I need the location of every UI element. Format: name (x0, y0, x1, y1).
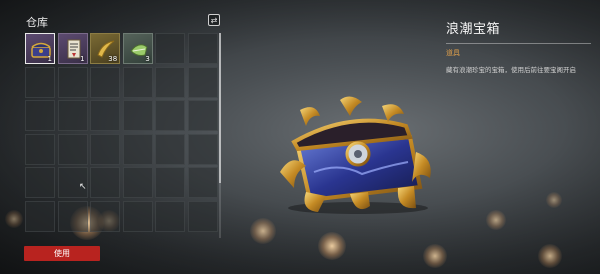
inventory-slot-empty[interactable] (187, 100, 218, 132)
inventory-slot-scroll[interactable]: 1 (57, 33, 88, 64)
item-category: 道具 (446, 49, 460, 57)
treasure-chest-illustration (280, 96, 431, 214)
inventory-slot-empty[interactable] (155, 133, 186, 165)
inventory-slot-empty[interactable] (90, 100, 121, 132)
inventory-slot-empty[interactable] (90, 66, 121, 98)
inventory-slot-empty[interactable] (155, 200, 186, 232)
inventory-slot-empty[interactable] (25, 66, 55, 98)
inventory-slot-empty[interactable] (25, 200, 55, 232)
item-quantity: 3 (145, 55, 150, 63)
bokeh-light (546, 192, 562, 208)
mouse-cursor-icon: ↖ (79, 182, 87, 192)
inventory-slot-empty[interactable] (90, 167, 121, 199)
bokeh-light (538, 244, 562, 268)
inventory-slot-empty[interactable] (57, 200, 88, 232)
inventory-slot-empty[interactable] (122, 167, 153, 199)
inventory-slot-empty[interactable] (187, 133, 218, 165)
inventory-slot-empty[interactable] (122, 100, 153, 132)
inventory-slot-empty[interactable] (187, 66, 218, 98)
item-name: 浪潮宝箱 (446, 22, 501, 37)
inventory-slot-empty[interactable] (187, 200, 218, 232)
item-info-panel: 浪潮宝箱 道具 藏有浪潮珍宝的宝箱，使用后前往要宝阁开启 (446, 18, 596, 74)
inventory-slot-empty[interactable] (122, 200, 153, 232)
inventory-slot-empty[interactable] (122, 133, 153, 165)
inventory-slot-treasure-chest[interactable]: 1 (25, 33, 55, 64)
divider (446, 43, 591, 44)
inventory-slot-empty[interactable] (25, 133, 55, 165)
warehouse-panel: 仓库 ⇄ 1 1 38 3 (20, 10, 224, 242)
use-button[interactable]: 使用 (24, 246, 100, 261)
inventory-slot-empty[interactable] (25, 167, 55, 199)
inventory-slot-empty[interactable] (187, 167, 218, 199)
scrollbar-thumb[interactable] (219, 33, 221, 183)
inventory-slot-empty[interactable] (57, 133, 88, 165)
inventory-slot-empty[interactable] (25, 100, 55, 132)
warehouse-title: 仓库 (26, 16, 48, 29)
inventory-slot-empty[interactable] (90, 133, 121, 165)
bokeh-light (423, 244, 447, 268)
inventory-slot-empty[interactable] (155, 167, 186, 199)
inventory-slot-empty[interactable] (155, 66, 186, 98)
inventory-slot-empty[interactable] (155, 33, 186, 64)
inventory-slot-empty[interactable] (122, 66, 153, 98)
inventory-slot-empty[interactable] (57, 66, 88, 98)
inventory-slot-green-bundle[interactable]: 3 (122, 33, 153, 64)
item-quantity: 38 (108, 55, 118, 63)
inventory-slot-empty[interactable] (187, 33, 218, 64)
inventory-slot-empty[interactable] (57, 100, 88, 132)
inventory-slot-empty[interactable] (155, 100, 186, 132)
inventory-slot-empty[interactable] (90, 200, 121, 232)
inventory-grid: 1 1 38 3 (25, 33, 218, 232)
bokeh-light (250, 218, 276, 244)
item-quantity: 1 (47, 55, 52, 63)
inventory-slot-golden-horn[interactable]: 38 (90, 33, 121, 64)
swap-icon[interactable]: ⇄ (208, 14, 220, 26)
bokeh-light (486, 210, 506, 230)
bokeh-light (318, 232, 346, 260)
item-quantity: 1 (80, 55, 85, 63)
item-description: 藏有浪潮珍宝的宝箱，使用后前往要宝阁开启 (446, 66, 576, 74)
inventory-scrollbar[interactable] (219, 33, 221, 238)
